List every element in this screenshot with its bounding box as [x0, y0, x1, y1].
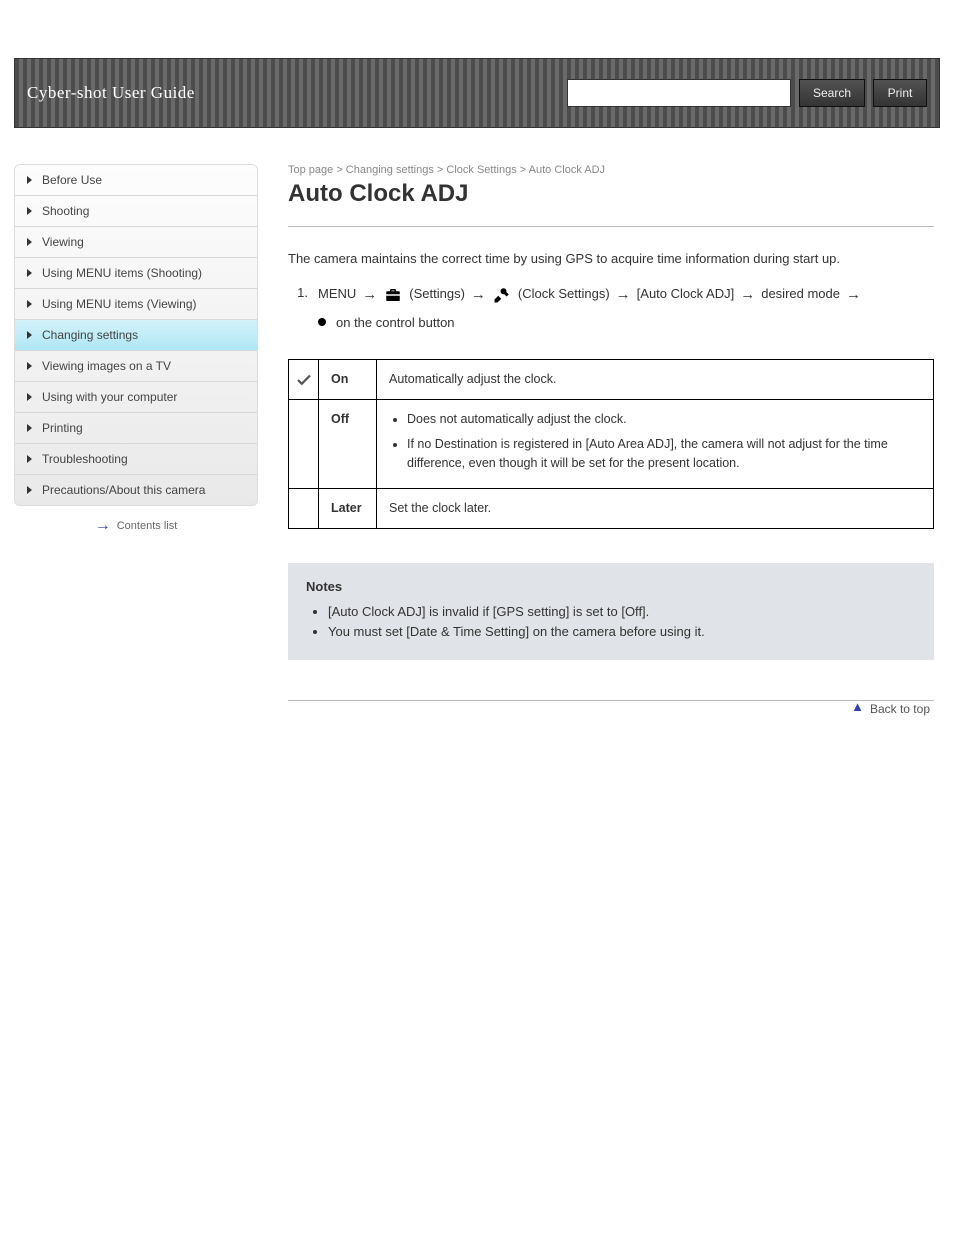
brand-title: Cyber-shot User Guide	[27, 83, 195, 103]
step-subline: on the control button	[318, 313, 934, 334]
breadcrumb: Top page > Changing settings > Clock Set…	[288, 164, 934, 176]
sidebar-item-changing-settings[interactable]: Changing settings	[15, 320, 257, 351]
print-button[interactable]: Print	[873, 79, 927, 107]
row-label: Off	[331, 412, 349, 426]
page-title: Auto Clock ADJ	[288, 180, 934, 208]
chevron-right-icon	[27, 455, 32, 463]
main-content: Top page > Changing settings > Clock Set…	[288, 164, 934, 716]
procedure-step: 1. MENU → (Settings) → (Clock Settings	[288, 283, 934, 334]
search-button[interactable]: Search	[799, 79, 865, 107]
sidebar-item-precautions[interactable]: Precautions/About this camera	[15, 475, 257, 505]
table-row: Later Set the clock later.	[289, 489, 934, 529]
sidebar-item-label: Troubleshooting	[42, 452, 128, 466]
chevron-right-icon	[27, 207, 32, 215]
intro-text: The camera maintains the correct time by…	[288, 249, 934, 269]
list-item: If no Destination is registered in [Auto…	[407, 435, 921, 473]
menu-part: desired mode	[761, 284, 840, 305]
toolbox-icon	[383, 286, 403, 304]
sidebar-item-before-use[interactable]: Before Use	[15, 165, 257, 196]
header-controls: Search Print	[567, 79, 927, 107]
check-icon	[295, 372, 313, 386]
chevron-right-icon	[27, 424, 32, 432]
row-label-cell: On	[319, 360, 377, 400]
sidebar-item-label: Viewing images on a TV	[42, 359, 171, 373]
sidebar: Before Use Shooting Viewing Using MENU i…	[14, 164, 258, 716]
row-icon-cell	[289, 400, 319, 489]
sidebar-item-label: Using MENU items (Viewing)	[42, 297, 196, 311]
row-desc: Automatically adjust the clock.	[389, 372, 556, 386]
back-to-top[interactable]: ▲ Back to top	[288, 700, 934, 716]
sidebar-item-label: Before Use	[42, 173, 102, 187]
step-number: 1.	[288, 283, 308, 304]
sidebar-item-troubleshooting[interactable]: Troubleshooting	[15, 444, 257, 475]
chevron-right-icon	[27, 300, 32, 308]
contents-list-link[interactable]: → Contents list	[14, 518, 258, 534]
row-label-cell: Later	[319, 489, 377, 529]
divider	[288, 226, 934, 227]
menu-part: MENU	[318, 284, 356, 305]
sidebar-nav: Before Use Shooting Viewing Using MENU i…	[14, 164, 258, 506]
row-label: On	[331, 372, 348, 386]
row-desc-list: Does not automatically adjust the clock.…	[389, 410, 921, 472]
list-item: You must set [Date & Time Setting] on th…	[328, 622, 916, 642]
chevron-right-icon	[27, 393, 32, 401]
arrow-right-icon: →	[616, 283, 631, 307]
sidebar-item-printing[interactable]: Printing	[15, 413, 257, 444]
sidebar-item-label: Printing	[42, 421, 83, 435]
row-label: Later	[331, 501, 362, 515]
triangle-up-icon: ▲	[851, 699, 864, 714]
row-icon-cell	[289, 360, 319, 400]
sidebar-item-computer[interactable]: Using with your computer	[15, 382, 257, 413]
list-item: [Auto Clock ADJ] is invalid if [GPS sett…	[328, 602, 916, 622]
sidebar-item-shooting[interactable]: Shooting	[15, 196, 257, 227]
header-bar: Cyber-shot User Guide Search Print	[14, 58, 940, 128]
menu-part: [Auto Clock ADJ]	[637, 284, 735, 305]
sidebar-item-label: Using with your computer	[42, 390, 177, 404]
contents-list-label: Contents list	[117, 520, 178, 532]
sidebar-item-label: Shooting	[42, 204, 89, 218]
step-subline-text: on the control button	[336, 313, 455, 334]
tools-icon	[492, 286, 512, 304]
settings-table: On Automatically adjust the clock. Off D…	[288, 359, 934, 529]
menu-part: (Settings)	[409, 284, 465, 305]
table-row: On Automatically adjust the clock.	[289, 360, 934, 400]
bullet-icon	[318, 318, 326, 326]
list-item: Does not automatically adjust the clock.	[407, 410, 921, 429]
sidebar-item-menu-shooting[interactable]: Using MENU items (Shooting)	[15, 258, 257, 289]
sidebar-item-label: Changing settings	[42, 328, 138, 342]
chevron-right-icon	[27, 486, 32, 494]
row-desc-cell: Automatically adjust the clock.	[377, 360, 934, 400]
chevron-right-icon	[27, 176, 32, 184]
menu-path: MENU → (Settings) → (Clock Settings) → […	[318, 283, 861, 307]
chevron-right-icon	[27, 362, 32, 370]
row-desc: Set the clock later.	[389, 501, 491, 515]
row-label-cell: Off	[319, 400, 377, 489]
sidebar-item-label: Using MENU items (Shooting)	[42, 266, 202, 280]
arrow-right-icon: →	[740, 283, 755, 307]
notes-box: Notes [Auto Clock ADJ] is invalid if [GP…	[288, 563, 934, 660]
procedure-steps: 1. MENU → (Settings) → (Clock Settings	[288, 283, 934, 334]
arrow-right-icon: →	[362, 283, 377, 307]
table-row: Off Does not automatically adjust the cl…	[289, 400, 934, 489]
sidebar-item-viewing-tv[interactable]: Viewing images on a TV	[15, 351, 257, 382]
search-input[interactable]	[567, 79, 791, 107]
notes-list: [Auto Clock ADJ] is invalid if [GPS sett…	[306, 602, 916, 642]
back-to-top-label: Back to top	[870, 702, 930, 716]
sidebar-item-label: Viewing	[42, 235, 84, 249]
row-icon-cell	[289, 489, 319, 529]
notes-heading: Notes	[306, 579, 916, 594]
arrow-right-icon: →	[846, 283, 861, 307]
row-desc-cell: Set the clock later.	[377, 489, 934, 529]
arrow-right-icon: →	[95, 518, 111, 534]
sidebar-item-viewing[interactable]: Viewing	[15, 227, 257, 258]
sidebar-item-label: Precautions/About this camera	[42, 483, 205, 497]
menu-part: (Clock Settings)	[518, 284, 610, 305]
chevron-right-icon	[27, 238, 32, 246]
row-desc-cell: Does not automatically adjust the clock.…	[377, 400, 934, 489]
sidebar-item-menu-viewing[interactable]: Using MENU items (Viewing)	[15, 289, 257, 320]
chevron-right-icon	[27, 331, 32, 339]
chevron-right-icon	[27, 269, 32, 277]
arrow-right-icon: →	[471, 283, 486, 307]
